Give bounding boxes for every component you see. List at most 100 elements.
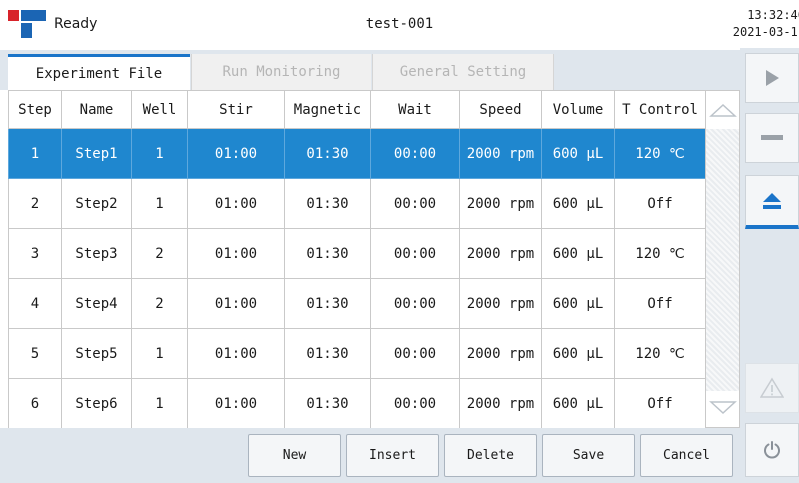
scroll-up-button[interactable] [706,91,739,129]
column-header-name: Name [61,90,132,129]
cell-stir[interactable]: 01:00 [187,178,285,229]
cell-volume[interactable]: 600 μL [541,378,615,429]
cell-magnetic[interactable]: 01:30 [284,128,371,179]
table-row[interactable]: 4 Step4 2 01:00 01:30 00:00 2000 rpm 600… [8,278,706,329]
cell-wait[interactable]: 00:00 [370,228,460,279]
table-row[interactable]: 6 Step6 1 01:00 01:30 00:00 2000 rpm 600… [8,378,706,429]
table-row[interactable]: 1 Step1 1 01:00 01:30 00:00 2000 rpm 600… [8,128,706,179]
power-button[interactable] [745,423,799,477]
save-button[interactable]: Save [542,434,635,477]
steps-table: Step Name Well Stir Magnetic Wait Speed … [8,90,706,429]
tab-general-setting: General Setting [372,54,554,90]
cell-name[interactable]: Step5 [61,328,132,379]
run-control-panel [740,48,799,483]
clock-date: 2021-03-11 [732,25,799,39]
warning-icon [760,377,784,398]
table-row[interactable]: 5 Step5 1 01:00 01:30 00:00 2000 rpm 600… [8,328,706,379]
cell-stir[interactable]: 01:00 [187,328,285,379]
cell-speed[interactable]: 2000 rpm [459,278,542,329]
cell-t-control[interactable]: 120 ℃ [614,228,706,279]
header-bar: Ready test-001 13:32:46 2021-03-11 [0,0,799,48]
cell-speed[interactable]: 2000 rpm [459,228,542,279]
run-button[interactable] [745,53,799,103]
new-button[interactable]: New [248,434,341,477]
cell-magnetic[interactable]: 01:30 [284,278,371,329]
cell-name[interactable]: Step3 [61,228,132,279]
cell-volume[interactable]: 600 μL [541,228,615,279]
cell-t-control[interactable]: 120 ℃ [614,328,706,379]
cell-wait[interactable]: 00:00 [370,378,460,429]
cell-well[interactable]: 1 [131,178,188,229]
scrollbar-track[interactable] [706,129,739,391]
cell-volume[interactable]: 600 μL [541,178,615,229]
cell-wait[interactable]: 00:00 [370,128,460,179]
stop-button[interactable] [745,113,799,163]
cell-speed[interactable]: 2000 rpm [459,378,542,429]
cell-step[interactable]: 5 [8,328,62,379]
eject-button[interactable] [745,175,799,229]
tab-experiment-file[interactable]: Experiment File [8,54,190,90]
cell-magnetic[interactable]: 01:30 [284,228,371,279]
cell-magnetic[interactable]: 01:30 [284,328,371,379]
column-header-t-control: T Control [614,90,706,129]
table-scrollbar[interactable] [705,90,740,428]
cell-step[interactable]: 2 [8,178,62,229]
cell-volume[interactable]: 600 μL [541,128,615,179]
cell-well[interactable]: 1 [131,378,188,429]
cell-magnetic[interactable]: 01:30 [284,378,371,429]
cell-name[interactable]: Step6 [61,378,132,429]
clock: 13:32:46 2021-03-11 [733,7,799,41]
experiment-title: test-001 [365,16,434,32]
cell-t-control[interactable]: Off [614,178,706,229]
chevron-up-icon [708,103,737,117]
stop-icon [761,135,783,140]
cell-t-control[interactable]: 120 ℃ [614,128,706,179]
column-header-stir: Stir [187,90,285,129]
power-icon [764,441,780,459]
cell-well[interactable]: 2 [131,228,188,279]
cell-speed[interactable]: 2000 rpm [459,178,542,229]
cell-step[interactable]: 1 [8,128,62,179]
column-header-speed: Speed [459,90,542,129]
cell-wait[interactable]: 00:00 [370,328,460,379]
action-bar: New Insert Delete Save Cancel [0,428,740,483]
cell-stir[interactable]: 01:00 [187,128,285,179]
cell-stir[interactable]: 01:00 [187,228,285,279]
cancel-button[interactable]: Cancel [640,434,733,477]
insert-button[interactable]: Insert [346,434,439,477]
cell-wait[interactable]: 00:00 [370,278,460,329]
cell-t-control[interactable]: Off [614,378,706,429]
table-row[interactable]: 3 Step3 2 01:00 01:30 00:00 2000 rpm 600… [8,228,706,279]
cell-wait[interactable]: 00:00 [370,178,460,229]
cell-speed[interactable]: 2000 rpm [459,128,542,179]
column-header-well: Well [131,90,188,129]
tab-run-monitoring: Run Monitoring [191,54,371,90]
scroll-down-button[interactable] [706,389,739,427]
cell-name[interactable]: Step4 [61,278,132,329]
cell-magnetic[interactable]: 01:30 [284,178,371,229]
cell-step[interactable]: 4 [8,278,62,329]
cell-volume[interactable]: 600 μL [541,278,615,329]
chevron-down-icon [708,401,737,415]
cell-volume[interactable]: 600 μL [541,328,615,379]
cell-step[interactable]: 3 [8,228,62,279]
cell-name[interactable]: Step1 [61,128,132,179]
clock-time: 13:32:46 [747,8,799,22]
cell-well[interactable]: 2 [131,278,188,329]
cell-well[interactable]: 1 [131,328,188,379]
cell-name[interactable]: Step2 [61,178,132,229]
eject-icon [763,192,781,209]
table-row[interactable]: 2 Step2 1 01:00 01:30 00:00 2000 rpm 600… [8,178,706,229]
cell-stir[interactable]: 01:00 [187,278,285,329]
alarm-button[interactable] [745,363,799,413]
cell-step[interactable]: 6 [8,378,62,429]
column-header-step: Step [8,90,62,129]
cell-well[interactable]: 1 [131,128,188,179]
cell-speed[interactable]: 2000 rpm [459,328,542,379]
steps-table-container: Step Name Well Stir Magnetic Wait Speed … [8,90,740,429]
column-header-wait: Wait [370,90,460,129]
delete-button[interactable]: Delete [444,434,537,477]
cell-stir[interactable]: 01:00 [187,378,285,429]
cell-t-control[interactable]: Off [614,278,706,329]
table-header-row: Step Name Well Stir Magnetic Wait Speed … [8,90,706,129]
